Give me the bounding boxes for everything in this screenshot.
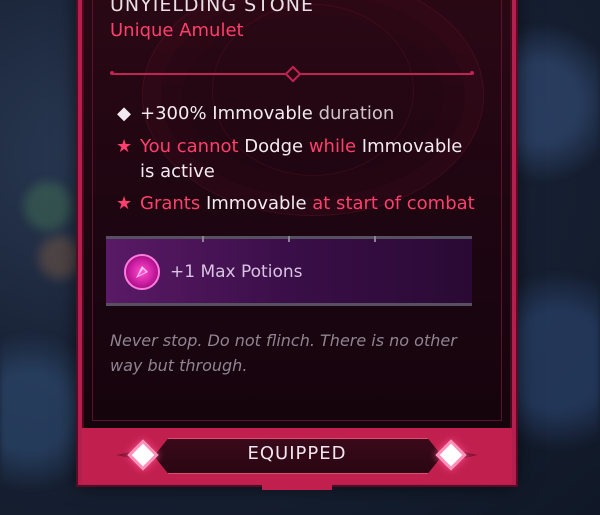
divider-cap-icon <box>470 71 474 75</box>
bonus-divider-tick <box>288 236 290 242</box>
bonus-divider-tick <box>202 236 204 242</box>
footer-tab <box>262 484 332 490</box>
equipped-status: EQUIPPED <box>247 443 347 464</box>
bonus-row[interactable]: +1 Max Potions <box>106 236 472 306</box>
bonus-label: +1 Max Potions <box>170 262 303 282</box>
header-divider <box>110 65 474 83</box>
diamond-bullet-icon: ◆ <box>117 103 131 124</box>
star-bullet-icon: ★ <box>116 193 133 214</box>
equipped-footer: EQUIPPED <box>82 428 512 490</box>
potion-icon <box>124 254 160 290</box>
flavor-text: Never stop. Do not flinch. There is no o… <box>110 331 457 375</box>
item-type: Unique Amulet <box>110 20 244 41</box>
item-name: UNYIELDING STONE <box>110 0 314 16</box>
bonus-divider-tick <box>374 236 376 242</box>
star-bullet-icon: ★ <box>116 136 133 157</box>
divider-cap-icon <box>110 71 114 75</box>
